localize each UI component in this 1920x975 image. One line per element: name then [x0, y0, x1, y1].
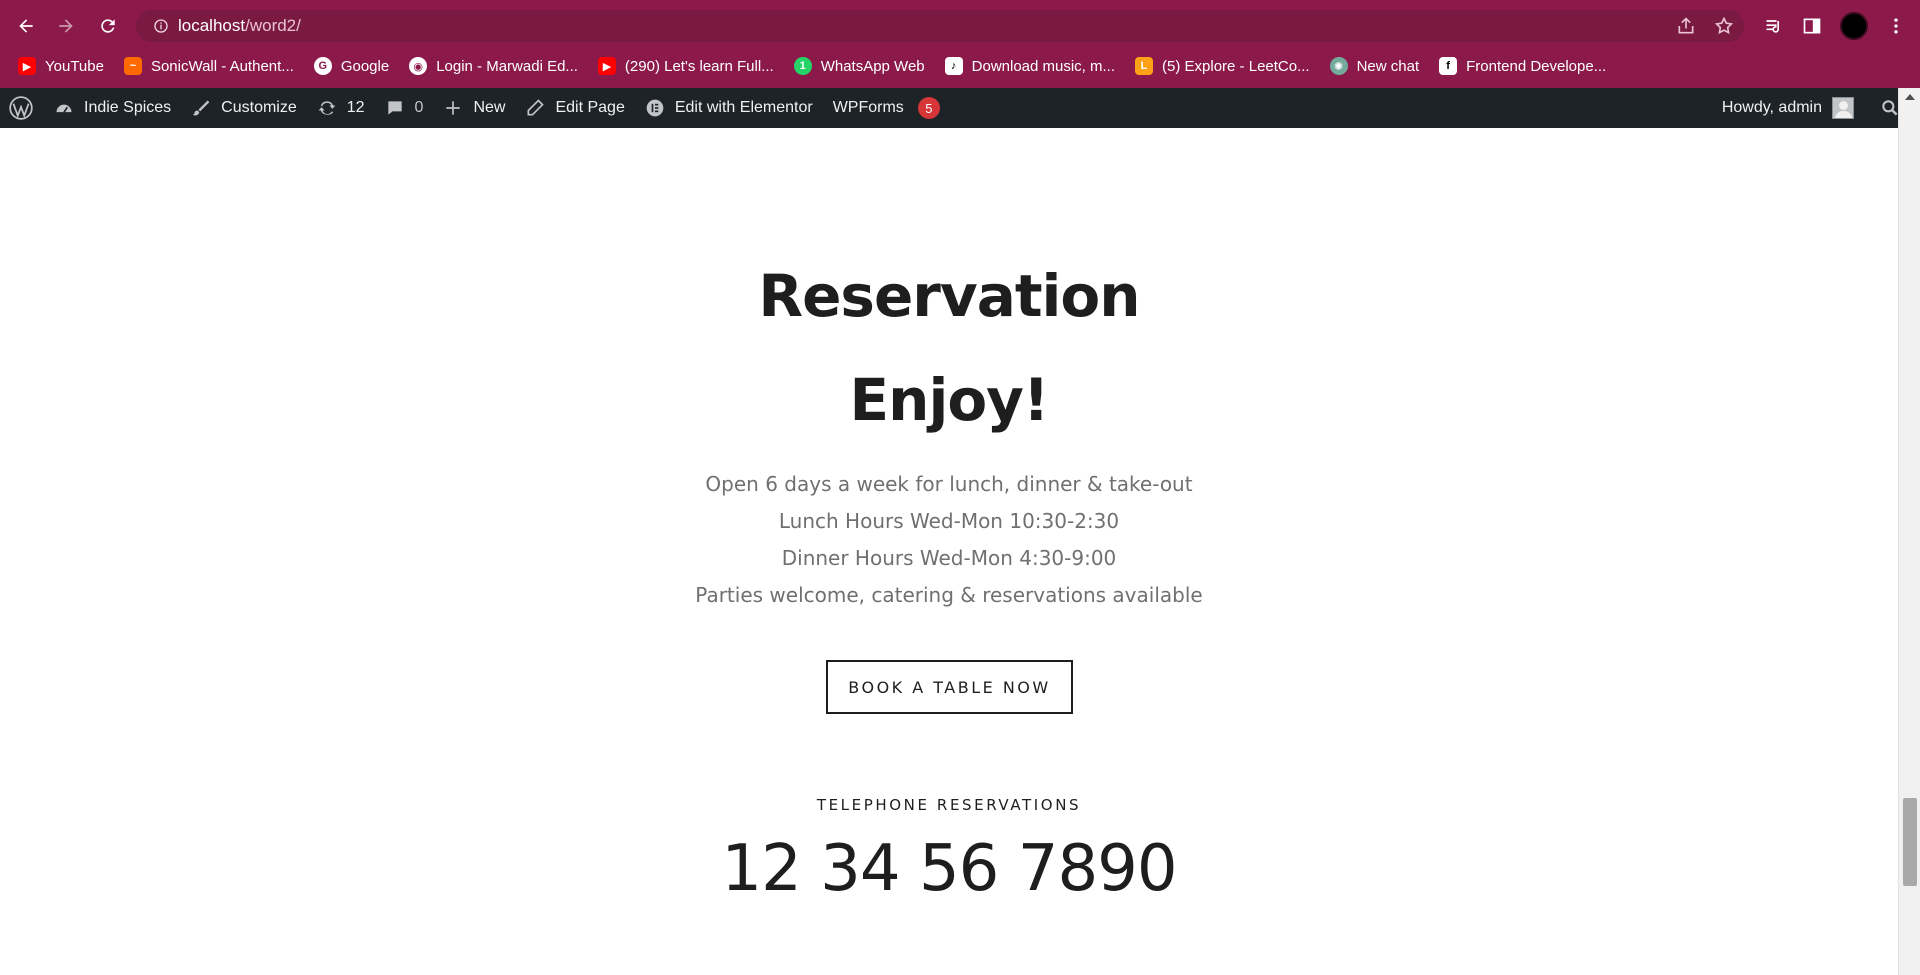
site-info-icon[interactable] [144, 10, 178, 42]
bookmark-label: WhatsApp Web [820, 57, 925, 75]
browser-toolbar-right [1764, 10, 1906, 42]
my-account-menu[interactable]: Howdy, admin [1722, 88, 1854, 128]
bookmark-label: (290) Let's learn Full... [624, 57, 774, 75]
bookmark-item[interactable]: G Google [313, 57, 390, 75]
elementor-icon [646, 99, 664, 117]
bookmark-item[interactable]: L (5) Explore - LeetCo... [1135, 57, 1310, 75]
bookmark-item[interactable]: ♪ Download music, m... [944, 57, 1116, 75]
info-line-parties: Parties welcome, catering & reservations… [695, 583, 1203, 607]
comments-link[interactable]: 0 [375, 88, 434, 128]
url-host: localhost [178, 16, 246, 35]
bookmark-label: Download music, m... [971, 57, 1116, 75]
edit-elementor-label: Edit with Elementor [674, 99, 813, 116]
forward-button[interactable] [50, 10, 82, 42]
wpforms-label: WPForms [832, 99, 904, 116]
bookmarks-bar: ▶ YouTube ~ SonicWall - Authent... G Google ◉ L… [0, 50, 1920, 82]
arrow-right-icon [59, 19, 73, 33]
wp-admin-bar: Indie Spices Customize 12 0 New Edit Pag… [0, 88, 1920, 128]
enjoy-heading: Enjoy! [849, 366, 1050, 434]
url-path: /word2/ [245, 16, 301, 35]
avatar [1832, 97, 1854, 119]
media-queue-icon[interactable] [1764, 16, 1784, 36]
leetcode-icon: L [1135, 57, 1154, 75]
edit-page-link[interactable]: Edit Page [515, 88, 634, 128]
comment-bubble-icon [387, 101, 402, 115]
info-line-lunch: Lunch Hours Wed-Mon 10:30-2:30 [778, 509, 1120, 533]
telephone-number[interactable]: 12 34 56 7890 [0, 832, 1898, 906]
site-name-menu[interactable]: Indie Spices [44, 88, 181, 128]
updates-link[interactable]: 12 [307, 88, 375, 128]
sonicwall-icon: ~ [123, 57, 142, 75]
edit-page-label: Edit Page [555, 99, 625, 116]
bookmark-label: New chat [1356, 57, 1420, 75]
wordpress-logo-button[interactable] [0, 88, 44, 128]
info-line-dinner: Dinner Hours Wed-Mon 4:30-9:00 [781, 546, 1117, 570]
admin-bar-right: Howdy, admin [1722, 88, 1900, 128]
bookmark-item[interactable]: f Frontend Develope... [1439, 57, 1606, 75]
bookmark-item[interactable]: ▶ YouTube [18, 57, 104, 75]
reload-button[interactable] [92, 10, 124, 42]
updates-icon [318, 101, 336, 115]
info-line-days: Open 6 days a week for lunch, dinner & t… [705, 472, 1193, 496]
scrollbar-thumb[interactable] [1903, 798, 1917, 886]
telephone-reservations-label: TELEPHONE RESERVATIONS [816, 796, 1082, 814]
new-content-menu[interactable]: New [433, 88, 515, 128]
browser-toolbar: localhost/word2/ [0, 6, 1920, 46]
url-text: localhost/word2/ [178, 16, 301, 36]
updates-count: 12 [346, 99, 365, 116]
plus-icon [446, 101, 461, 115]
music-icon: ♪ [944, 57, 963, 75]
bookmark-label: YouTube [45, 57, 104, 75]
bookmark-label: SonicWall - Authent... [150, 57, 294, 75]
bookmark-item[interactable]: ~ SonicWall - Authent... [123, 57, 294, 75]
youtube-icon: ▶ [597, 57, 616, 75]
bookmark-item[interactable]: ▶ (290) Let's learn Full... [597, 57, 774, 75]
bookmark-label: (5) Explore - LeetCo... [1162, 57, 1310, 75]
chatgpt-icon: ✺ [1329, 57, 1348, 75]
bookmark-label: Login - Marwadi Ed... [436, 57, 578, 75]
bookmark-item[interactable]: ◉ Login - Marwadi Ed... [409, 57, 578, 75]
new-label: New [473, 99, 506, 116]
edit-with-elementor-link[interactable]: Edit with Elementor [635, 88, 823, 128]
google-icon: G [313, 57, 332, 75]
comments-count: 0 [414, 99, 424, 116]
address-bar[interactable]: localhost/word2/ [136, 10, 1744, 42]
paintbrush-icon [192, 100, 210, 116]
wordpress-icon [9, 96, 33, 120]
bookmark-item[interactable]: ✺ New chat [1329, 57, 1420, 75]
frontend-icon: f [1439, 57, 1458, 75]
side-panel-icon[interactable] [1802, 16, 1822, 36]
page-scrollbar[interactable] [1898, 88, 1920, 975]
howdy-label: Howdy, admin [1721, 99, 1822, 116]
browser-chrome: localhost/word2/ ▶ YouTube ~ SonicWall - Au… [0, 0, 1920, 88]
more-menu-icon[interactable] [1886, 16, 1906, 36]
bookmark-item[interactable]: 1 WhatsApp Web [793, 57, 925, 75]
reservation-heading: Reservation [758, 262, 1140, 330]
customize-label: Customize [221, 99, 297, 116]
youtube-icon: ▶ [18, 57, 36, 75]
whatsapp-icon: 1 [793, 57, 812, 75]
address-bar-actions [1676, 10, 1734, 42]
dashboard-gauge-icon [56, 104, 72, 113]
share-icon[interactable] [1676, 16, 1696, 36]
globe-icon: ◉ [409, 57, 428, 75]
pencil-icon [527, 99, 545, 116]
scroll-up-arrow-icon[interactable] [1905, 94, 1915, 100]
book-table-button[interactable]: BOOK A TABLE NOW [826, 660, 1073, 714]
wpforms-notification-badge: 5 [917, 97, 940, 119]
page-content: Reservation Enjoy! Open 6 days a week fo… [0, 128, 1898, 975]
search-icon [1882, 100, 1898, 116]
arrow-left-icon [19, 19, 33, 33]
customize-link[interactable]: Customize [181, 88, 307, 128]
site-name-label: Indie Spices [84, 99, 172, 116]
bookmark-star-icon[interactable] [1714, 16, 1734, 36]
wpforms-menu[interactable]: WPForms 5 [823, 88, 950, 128]
profile-avatar[interactable] [1840, 12, 1868, 40]
bookmark-label: Google [340, 57, 390, 75]
admin-search-button[interactable] [1864, 88, 1900, 128]
bookmark-label: Frontend Develope... [1466, 57, 1607, 75]
back-button[interactable] [10, 10, 42, 42]
reload-icon [101, 19, 115, 33]
